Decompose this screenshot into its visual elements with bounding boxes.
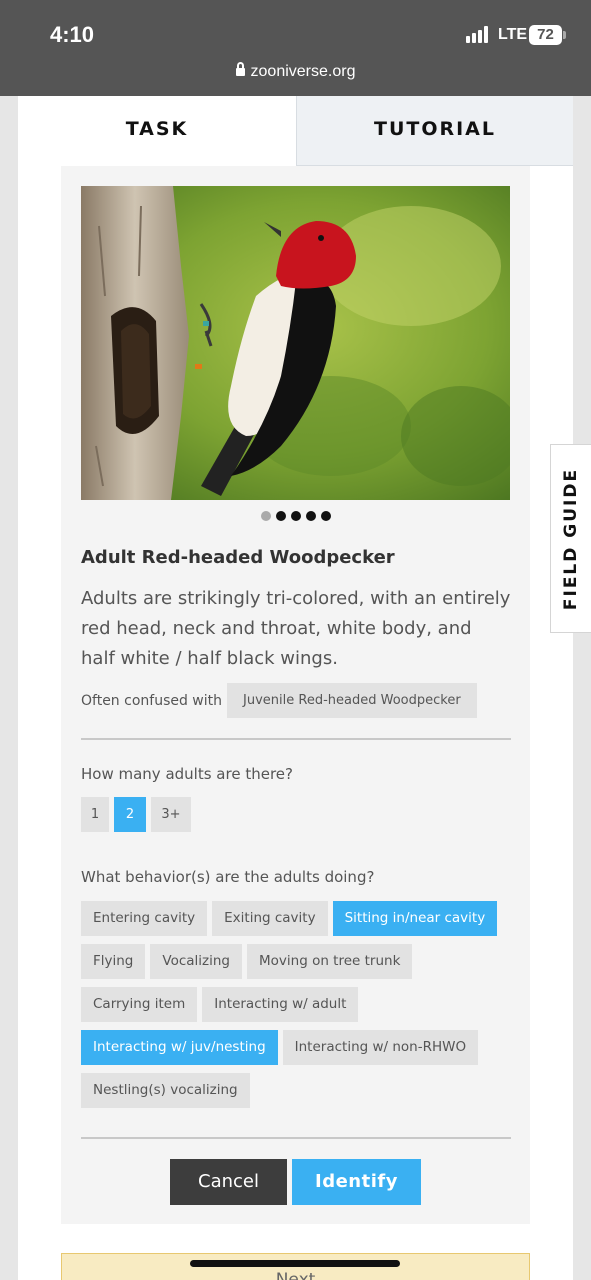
behavior-row: Nestling(s) vocalizing: [81, 1073, 250, 1108]
species-photo[interactable]: [81, 186, 510, 500]
confused-with: Often confused with Juvenile Red-headed …: [81, 683, 477, 718]
identify-button[interactable]: Identify: [292, 1159, 421, 1205]
divider: [81, 738, 511, 740]
home-indicator[interactable]: [190, 1260, 400, 1267]
count-option-3plus[interactable]: 3+: [151, 797, 191, 832]
behavior-row: Carrying item Interacting w/ adult: [81, 987, 359, 1022]
tab-tutorial[interactable]: TUTORIAL: [296, 96, 573, 166]
behavior-option[interactable]: Interacting w/ non-RHWO: [282, 1030, 479, 1065]
carousel-dot[interactable]: [320, 511, 331, 521]
tab-task[interactable]: TASK: [18, 96, 296, 166]
battery-icon: 72: [529, 25, 562, 45]
status-bar: 4:10 LTE 72 zooniverse.org: [0, 0, 591, 96]
signal-icon: [466, 26, 488, 43]
behavior-option[interactable]: Flying: [81, 944, 146, 979]
lock-icon: [235, 62, 245, 76]
divider: [81, 1137, 511, 1139]
behavior-option[interactable]: Nestling(s) vocalizing: [81, 1073, 250, 1108]
behavior-row: Entering cavity Exiting cavity Sitting i…: [81, 901, 498, 936]
behavior-option[interactable]: Sitting in/near cavity: [332, 901, 498, 936]
behavior-option[interactable]: Exiting cavity: [212, 901, 328, 936]
classifier-page: TASK TUTORIAL Adult Red-headed Woodpecke…: [18, 96, 573, 1280]
carousel-dot[interactable]: [290, 511, 301, 521]
confused-species-chip[interactable]: Juvenile Red-headed Woodpecker: [227, 683, 477, 718]
species-card: Adult Red-headed Woodpecker Adults are s…: [61, 166, 530, 1224]
count-question: How many adults are there?: [81, 765, 293, 783]
status-time: 4:10: [50, 22, 95, 47]
carousel-dots: [61, 511, 530, 521]
count-options: 1 2 3+: [81, 797, 191, 832]
cancel-button[interactable]: Cancel: [170, 1159, 287, 1205]
count-option-2[interactable]: 2: [114, 797, 146, 832]
species-title: Adult Red-headed Woodpecker: [81, 547, 395, 568]
network-type: LTE: [498, 26, 528, 43]
url-bar[interactable]: zooniverse.org: [0, 62, 591, 81]
carousel-dot[interactable]: [260, 511, 271, 521]
behavior-row: Flying Vocalizing Moving on tree trunk: [81, 944, 413, 979]
tab-bar: TASK TUTORIAL: [18, 96, 573, 166]
species-description: Adults are strikingly tri-colored, with …: [81, 588, 511, 669]
carousel-dot[interactable]: [275, 511, 286, 521]
url-text: zooniverse.org: [250, 63, 356, 80]
behavior-option[interactable]: Carrying item: [81, 987, 198, 1022]
battery-tip: [563, 31, 566, 39]
behavior-option[interactable]: Vocalizing: [150, 944, 242, 979]
carousel-dot[interactable]: [305, 511, 316, 521]
confused-label: Often confused with: [81, 692, 223, 709]
behavior-question: What behavior(s) are the adults doing?: [81, 868, 375, 886]
field-guide-label: FIELD GUIDE: [561, 467, 581, 610]
behavior-option[interactable]: Interacting w/ adult: [202, 987, 359, 1022]
field-guide-tab[interactable]: FIELD GUIDE: [550, 444, 591, 633]
behavior-option[interactable]: Entering cavity: [81, 901, 208, 936]
count-option-1[interactable]: 1: [81, 797, 109, 832]
behavior-row: Interacting w/ juv/nesting Interacting w…: [81, 1030, 479, 1065]
behavior-option[interactable]: Interacting w/ juv/nesting: [81, 1030, 278, 1065]
behavior-option[interactable]: Moving on tree trunk: [247, 944, 413, 979]
